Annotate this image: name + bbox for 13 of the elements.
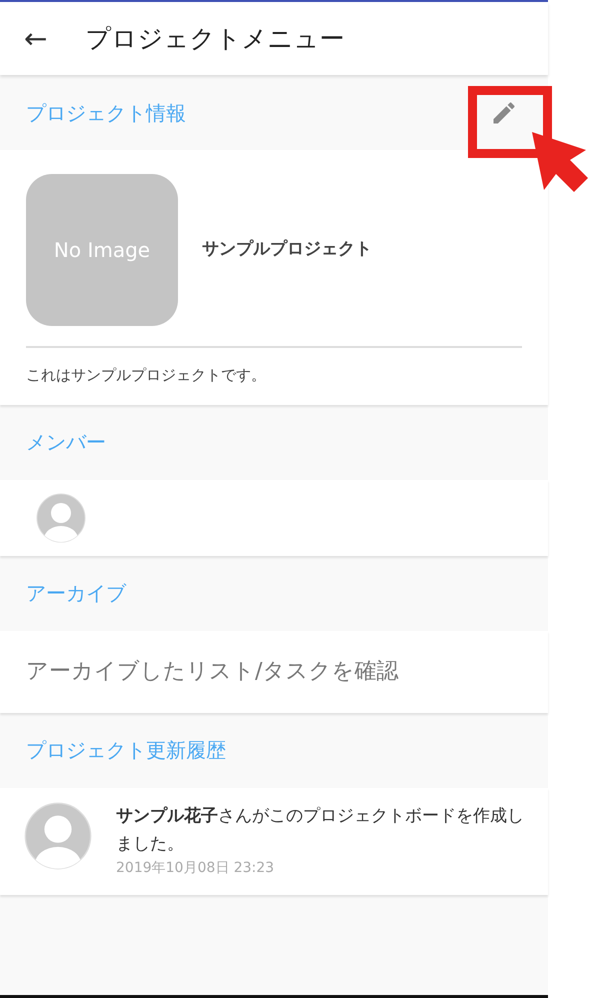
placeholder-text: No Image	[54, 237, 150, 264]
history-text: サンプル花子さんがこのプロジェクトボードを作成しました。	[116, 804, 525, 856]
section-heading: プロジェクト更新履歴	[26, 737, 226, 764]
project-description: これはサンプルプロジェクトです。	[26, 346, 522, 386]
section-heading: プロジェクト情報	[26, 100, 186, 126]
project-name: サンプルプロジェクト	[202, 238, 372, 262]
page-title: プロジェクトメニュー	[85, 24, 344, 54]
avatar-icon	[36, 492, 86, 542]
section-heading: メンバー	[26, 429, 106, 456]
section-heading: アーカイブ	[26, 580, 126, 607]
back-button[interactable]: ←	[24, 24, 48, 52]
timestamp: 2019年10月08日 23:23	[116, 858, 276, 878]
avatar-icon	[24, 802, 92, 870]
